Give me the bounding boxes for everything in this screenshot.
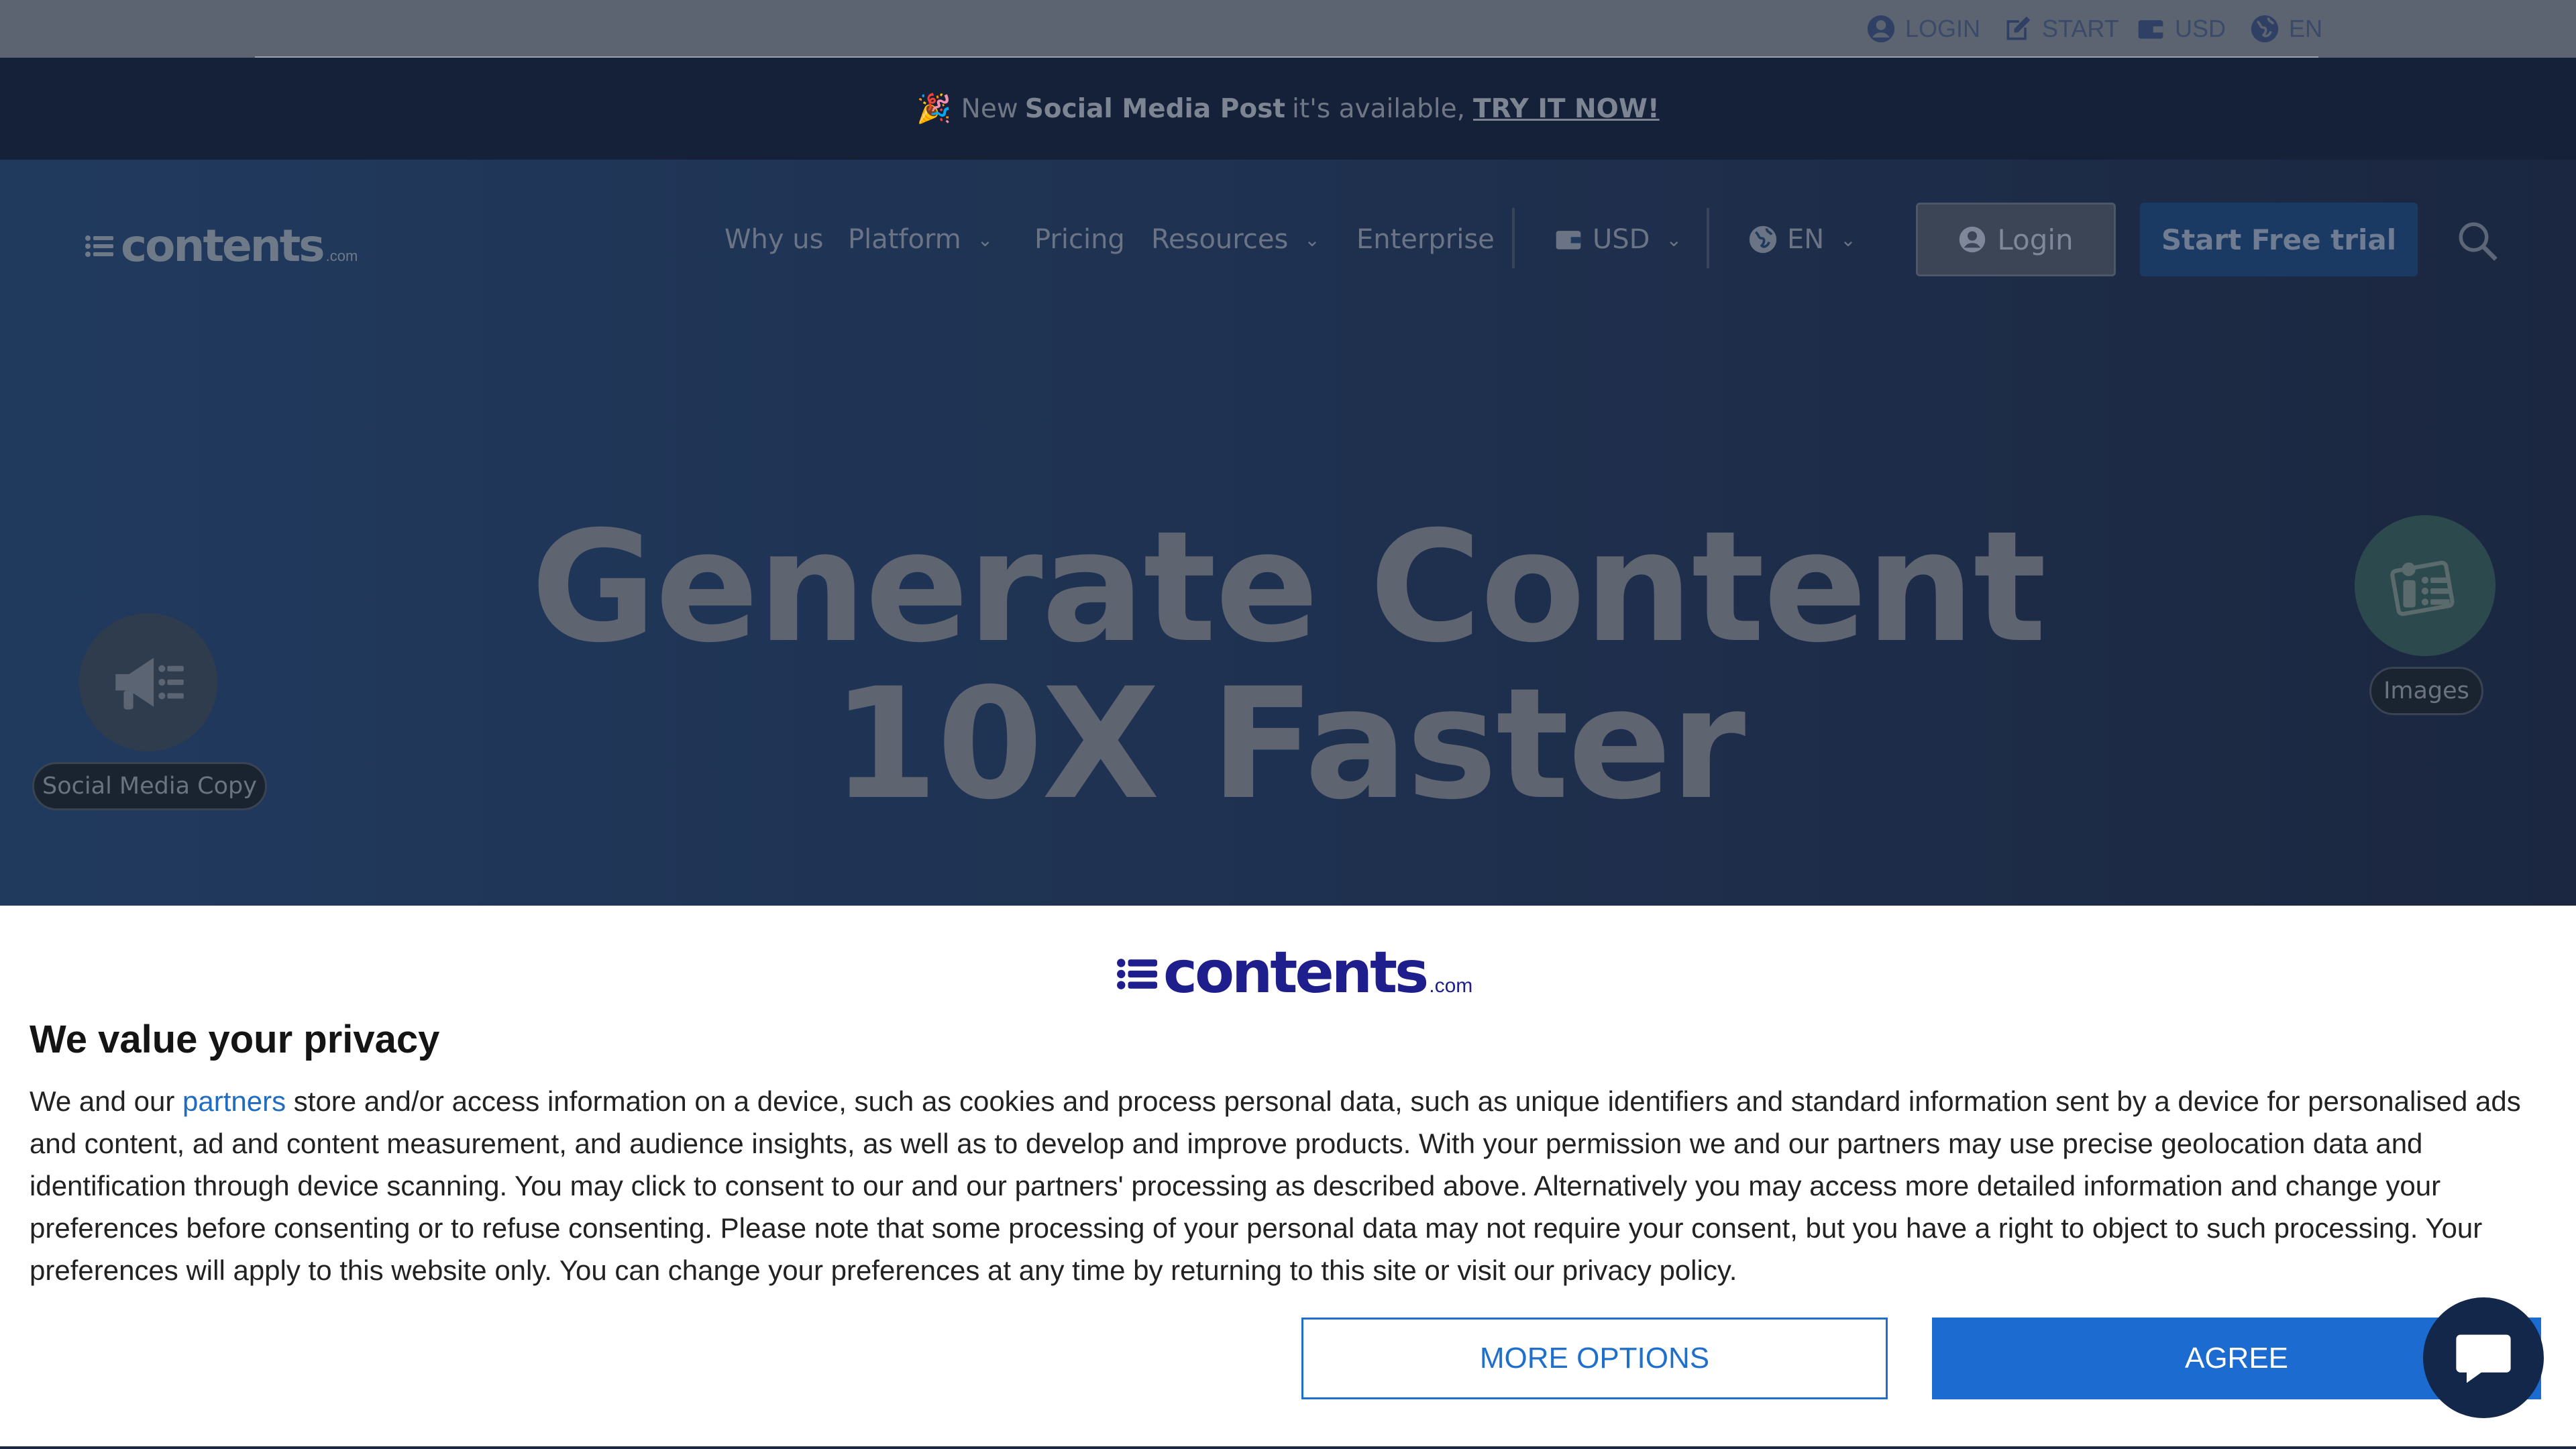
megaphone-icon <box>115 657 184 710</box>
hero-section: contents .com Why us Platform ⌄ Pricing … <box>0 160 2576 906</box>
nav-resources[interactable]: Resources ⌄ <box>1151 203 1320 276</box>
consent-body-rest: store and/or access information on a dev… <box>30 1085 2521 1286</box>
nav-pricing[interactable]: Pricing <box>1034 203 1125 276</box>
logo-tld: .com <box>325 248 358 264</box>
language-label: EN <box>1787 224 1825 255</box>
partners-link[interactable]: partners <box>182 1085 286 1117</box>
topbar-login-link[interactable]: LOGIN <box>1866 0 1980 58</box>
more-options-button[interactable]: MORE OPTIONS <box>1301 1318 1888 1399</box>
images-badge: Images <box>2369 667 2483 715</box>
announcement-bar: 🎉 New Social Media Post it's available, … <box>0 58 2576 160</box>
announcement-product: Social Media Post <box>1024 93 1286 124</box>
topbar-start-label: START <box>2042 15 2119 42</box>
language-selector[interactable]: EN ⌄ <box>1748 203 1856 276</box>
social-media-copy-badge: Social Media Copy <box>32 762 267 810</box>
privacy-consent-panel: contents .com We value your privacy We a… <box>0 906 2576 1449</box>
login-button[interactable]: Login <box>1916 203 2116 276</box>
consent-logo-word: contents <box>1163 939 1429 1006</box>
nav-resources-label: Resources <box>1151 224 1289 255</box>
chevron-down-icon: ⌄ <box>1666 228 1682 251</box>
topbar-start-link[interactable]: START <box>2003 0 2119 58</box>
globe-icon <box>2251 15 2279 43</box>
top-utility-bar: LOGIN START USD EN <box>0 0 2576 58</box>
nav-separator <box>1512 208 1515 268</box>
announcement-middle: it's available, <box>1292 93 1466 124</box>
nav-platform[interactable]: Platform ⌄ <box>848 203 993 276</box>
topbar-currency-label: USD <box>2175 15 2226 42</box>
topbar-login-label: LOGIN <box>1905 15 1981 42</box>
topbar-language-link[interactable]: EN <box>2250 0 2322 58</box>
wallet-icon <box>1556 231 1581 250</box>
hero-headline: Generate Content 10X Faster <box>0 508 2576 822</box>
wallet-icon <box>2138 20 2163 39</box>
user-circle-icon <box>1960 226 1986 253</box>
nav-platform-label: Platform <box>848 224 961 255</box>
list-bullets-icon <box>1117 959 1157 989</box>
hero-headline-line1: Generate Content <box>531 498 2046 676</box>
currency-label: USD <box>1593 224 1650 255</box>
announcement-prefix: New <box>961 93 1018 124</box>
chevron-down-icon: ⌄ <box>1304 228 1320 251</box>
consent-logo-tld: .com <box>1429 975 1473 997</box>
consent-logo: contents .com <box>1116 939 1472 1006</box>
bottom-edge <box>0 1446 2576 1449</box>
consent-body: We and our partners store and/or access … <box>30 1080 2525 1291</box>
nav-separator <box>1707 208 1709 268</box>
start-free-trial-button[interactable]: Start Free trial <box>2140 203 2418 276</box>
images-bubble <box>2355 515 2496 656</box>
currency-selector[interactable]: USD ⌄ <box>1554 203 1682 276</box>
chat-widget-button[interactable] <box>2423 1297 2544 1418</box>
social-media-copy-bubble <box>79 613 217 751</box>
logo-word: contents <box>121 220 325 272</box>
edit-icon <box>2006 16 2031 40</box>
user-circle-icon <box>1867 15 1895 43</box>
hero-headline-line2: 10X Faster <box>831 655 1746 833</box>
consent-title: We value your privacy <box>30 1018 440 1061</box>
chevron-down-icon: ⌄ <box>977 228 994 251</box>
nav-enterprise[interactable]: Enterprise <box>1356 203 1495 276</box>
site-logo[interactable]: contents .com <box>85 220 358 272</box>
chat-icon <box>2456 1334 2511 1383</box>
search-icon[interactable] <box>2455 219 2500 263</box>
list-bullets-icon <box>85 235 113 257</box>
consent-body-start: We and our <box>30 1085 183 1117</box>
announcement-cta-link[interactable]: TRY IT NOW! <box>1473 94 1660 124</box>
login-button-label: Login <box>1997 223 2074 256</box>
images-icon <box>2390 560 2455 616</box>
topbar-language-label: EN <box>2289 15 2323 42</box>
nav-why-us[interactable]: Why us <box>724 203 823 276</box>
chevron-down-icon: ⌄ <box>1840 228 1856 251</box>
topbar-currency-link[interactable]: USD <box>2136 0 2226 58</box>
globe-icon <box>1749 225 1777 254</box>
party-popper-icon: 🎉 <box>916 92 952 125</box>
